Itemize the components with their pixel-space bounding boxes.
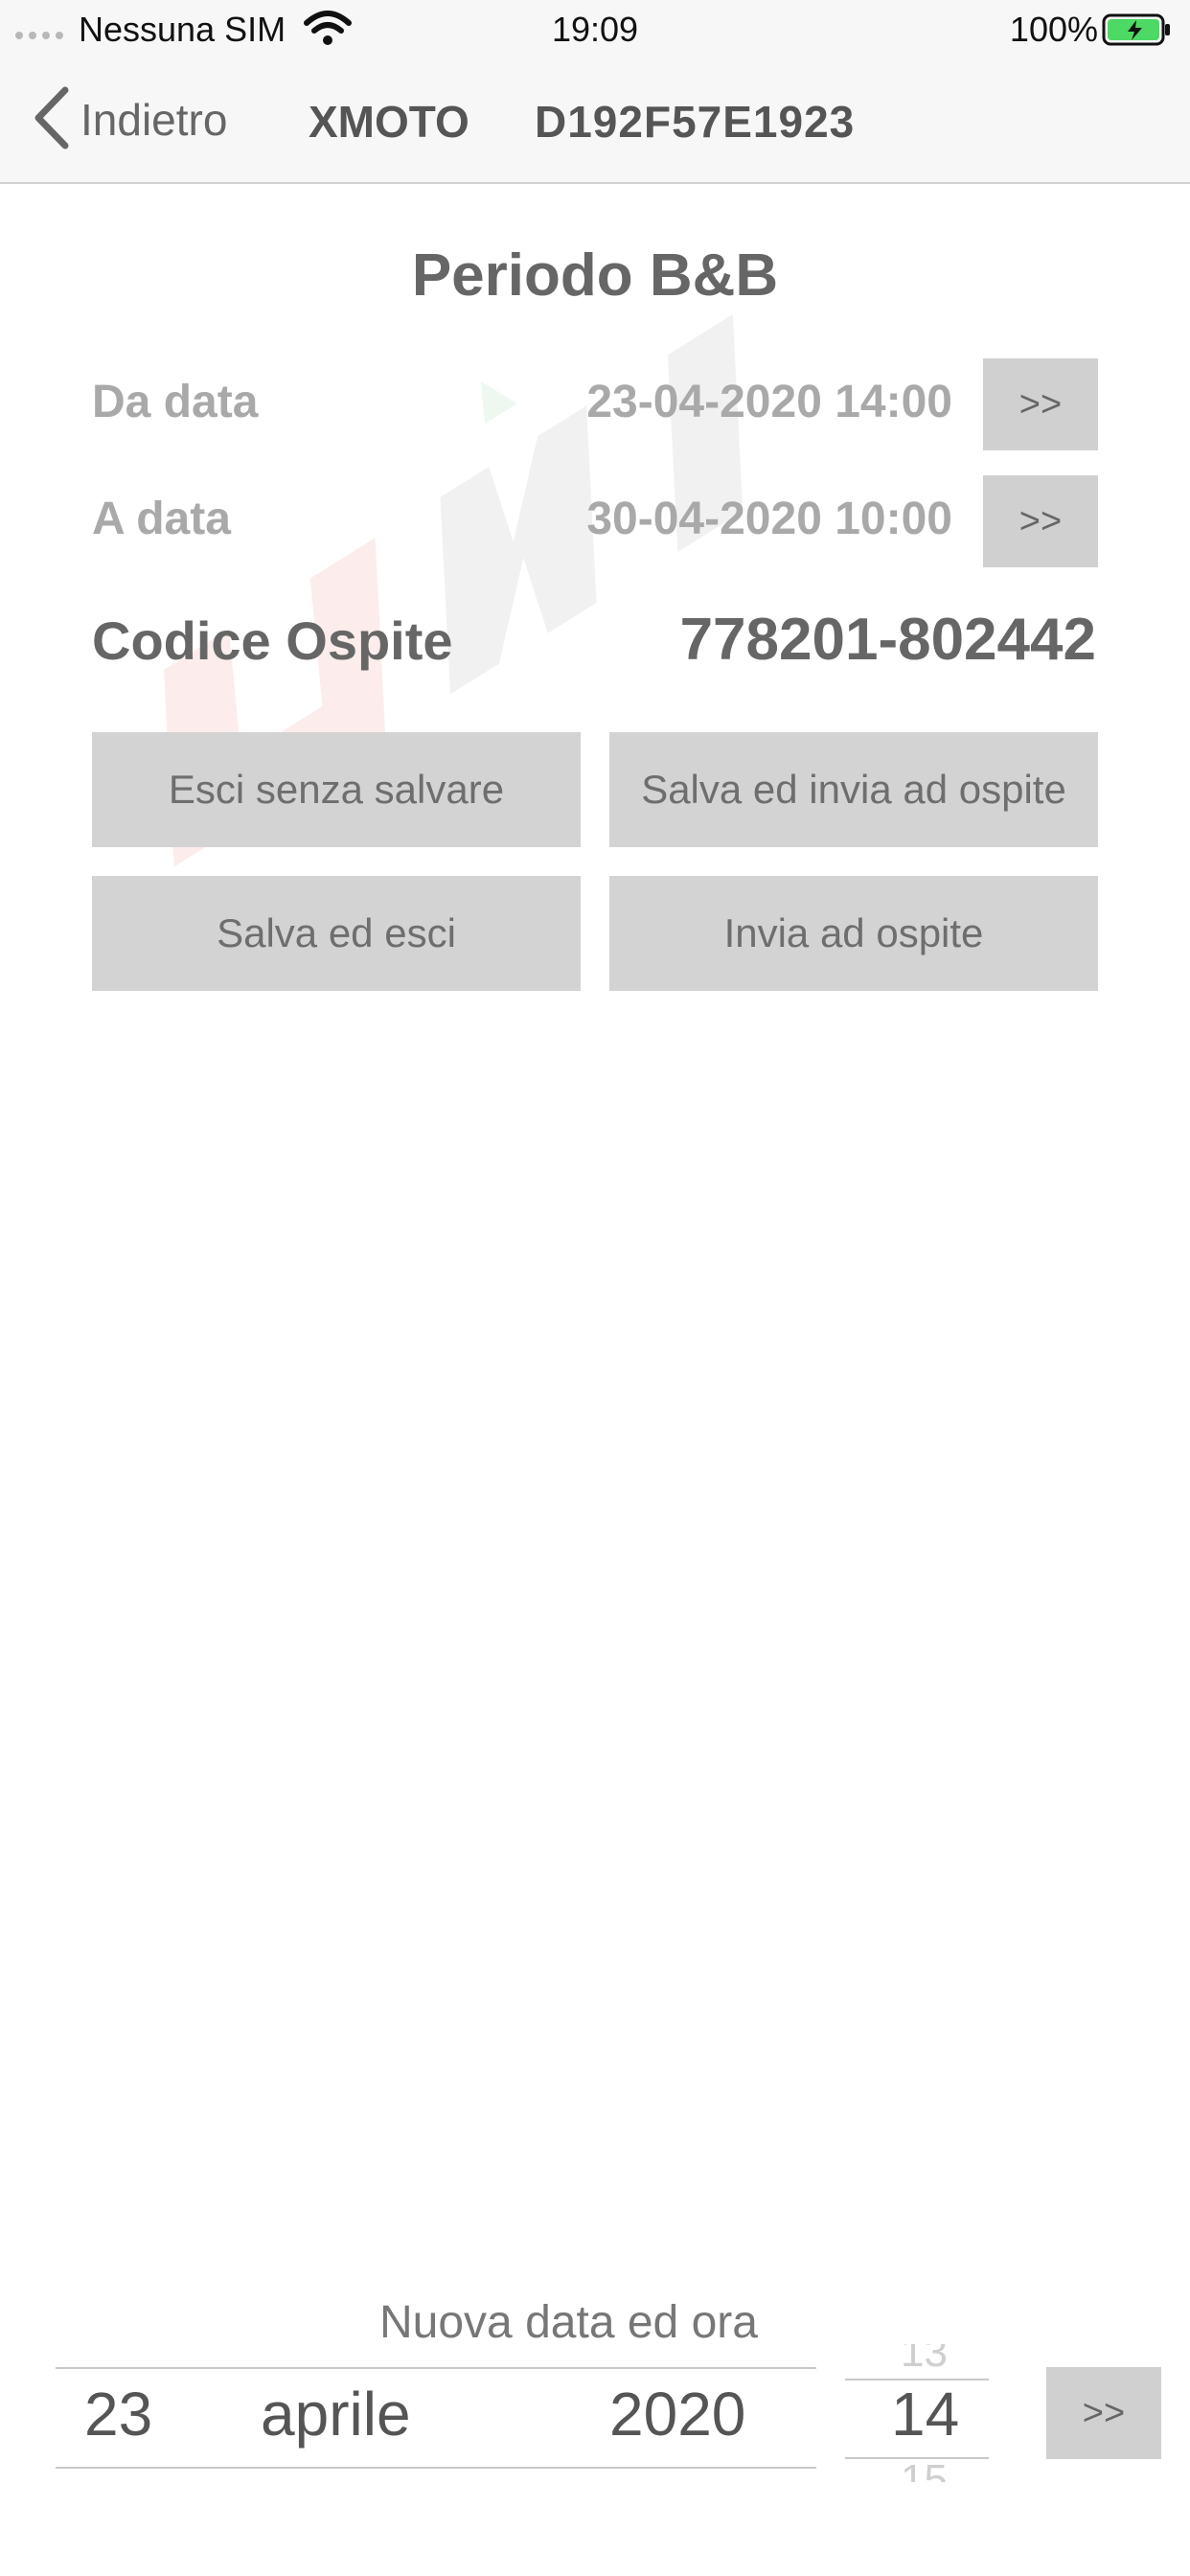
from-date-value: 23-04-2020 14:00 [586, 377, 952, 427]
edit-to-date-button[interactable]: >> [983, 475, 1098, 567]
device-code: D192F57E1923 [535, 97, 856, 147]
page-title: Periodo B&B [411, 242, 779, 309]
nav-brand: XMOTO [309, 97, 469, 147]
send-to-guest-button[interactable]: Invia ad ospite [609, 876, 1098, 991]
battery-percent: 100% [1009, 10, 1098, 49]
picker-hour-next: 15 [901, 2461, 958, 2482]
edit-from-date-button[interactable]: >> [983, 358, 1098, 450]
picker-divider [56, 2467, 816, 2469]
to-date-value: 30-04-2020 10:00 [586, 494, 952, 544]
navigation-bar: Indietro XMOTO D192F57E1923 [0, 58, 1190, 184]
chevron-left-icon [33, 86, 71, 154]
picker-divider [56, 2367, 816, 2369]
confirm-datetime-button[interactable]: >> [1046, 2367, 1161, 2459]
battery-icon [1102, 13, 1171, 51]
back-label: Indietro [80, 95, 228, 145]
guest-code-label: Codice Ospite [92, 610, 453, 671]
picker-hour-prev: 13 [901, 2344, 948, 2369]
status-bar: Nessuna SIM 19:09 100% [0, 0, 1190, 58]
back-button[interactable]: Indietro [33, 86, 227, 153]
picker-day[interactable]: 23 [84, 2379, 152, 2450]
from-date-label: Da data [92, 377, 259, 427]
save-and-exit-button[interactable]: Salva ed esci [92, 876, 581, 991]
picker-title: Nuova data ed ora [379, 2297, 758, 2348]
save-and-send-to-guest-button[interactable]: Salva ed invia ad ospite [609, 732, 1098, 847]
exit-without-saving-button[interactable]: Esci senza salvare [92, 732, 581, 847]
picker-month[interactable]: aprile [261, 2379, 411, 2450]
picker-year[interactable]: 2020 [609, 2379, 745, 2450]
picker-hour[interactable]: 14 [891, 2379, 959, 2450]
to-date-label: A data [92, 494, 231, 544]
picker-divider [845, 2457, 989, 2459]
guest-code-value: 778201-802442 [679, 607, 1096, 673]
